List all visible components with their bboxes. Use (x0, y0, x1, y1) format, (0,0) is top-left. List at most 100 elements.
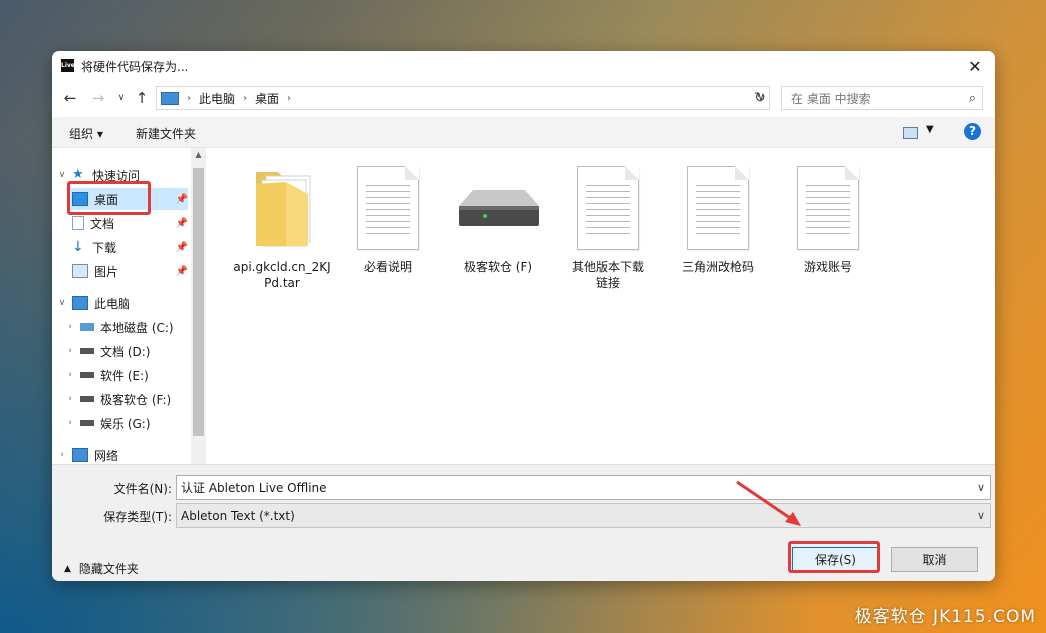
file-item-delta-codes[interactable]: 三角洲改枪码 (668, 163, 768, 275)
breadcrumb-separator-icon: › (243, 92, 248, 104)
sidebar-item-label: 文档 (D:) (100, 344, 151, 359)
sidebar-item-drive-d[interactable]: › 文档 (D:) (64, 340, 188, 362)
chevron-up-icon: ▲ (64, 563, 71, 574)
sidebar-item-drive-f[interactable]: › 极客软仓 (F:) (64, 388, 188, 410)
chevron-right-icon: › (68, 370, 72, 380)
star-icon: ★ (72, 167, 84, 182)
close-icon: ✕ (968, 56, 982, 76)
filename-value[interactable]: 认证 Ableton Live Offline (181, 479, 977, 496)
pin-icon: 📌 (175, 265, 188, 277)
sidebar-item-label: 娱乐 (G:) (100, 416, 151, 431)
command-toolbar: 组织 ▾ 新建文件夹 ▼ ? (52, 117, 995, 148)
file-item-must-read[interactable]: 必看说明 (338, 163, 438, 275)
folder-icon (256, 172, 311, 247)
save-dialog: Live 将硬件代码保存为... ✕ ← → ∨ ↑ › 此电脑 › 桌面 › … (52, 51, 995, 581)
drive-icon (80, 348, 94, 354)
new-folder-button[interactable]: 新建文件夹 (136, 125, 196, 142)
document-icon (72, 216, 84, 230)
filename-label: 文件名(N): (113, 482, 172, 496)
red-arrow-annotation (736, 480, 801, 526)
file-name: 游戏账号 (803, 260, 852, 274)
breadcrumb-this-pc[interactable]: 此电脑 (199, 90, 235, 107)
search-icon: ⌕ (968, 90, 976, 106)
chevron-right-icon: › (68, 322, 72, 332)
watermark: 极客软仓 JK115.COM (854, 607, 1036, 627)
sidebar-item-label: 文档 (90, 216, 115, 231)
sidebar-item-label: 此电脑 (94, 296, 131, 311)
pin-icon: 📌 (175, 193, 188, 205)
help-icon[interactable]: ? (964, 123, 981, 140)
breadcrumb-desktop[interactable]: 桌面 (255, 90, 279, 107)
windows-drive-icon (80, 323, 94, 331)
sidebar-item-drive-g[interactable]: › 娱乐 (G:) (64, 412, 188, 434)
file-item-drive-shortcut[interactable]: 极客软仓 (F) (448, 163, 548, 275)
sidebar-item-this-pc[interactable]: ∨ 此电脑 (56, 292, 188, 314)
refresh-button[interactable]: ↻ (750, 87, 770, 109)
pictures-icon (72, 264, 88, 278)
scrollbar-thumb[interactable] (193, 168, 204, 436)
navigation-bar: ← → ∨ ↑ › 此电脑 › 桌面 › ∨ ↻ 在 桌面 中搜索 ⌕ (52, 84, 995, 112)
hide-folders-label: 隐藏文件夹 (78, 562, 139, 576)
file-item-tar-folder[interactable]: api.gkcld.cn_2KJPd.tar (232, 163, 332, 291)
pin-icon: 📌 (175, 217, 188, 229)
sidebar-scrollbar[interactable]: ▲ (191, 148, 206, 464)
sidebar-item-pictures[interactable]: 图片 📌 (68, 260, 188, 282)
sidebar-item-label: 本地磁盘 (C:) (100, 320, 174, 335)
hide-folders-toggle[interactable]: ▲ 隐藏文件夹 (64, 560, 139, 577)
filename-input[interactable]: 认证 Ableton Live Offline ∨ (176, 475, 991, 500)
file-item-game-accounts[interactable]: 游戏账号 (778, 163, 878, 275)
sidebar-item-drive-c[interactable]: › 本地磁盘 (C:) (64, 316, 188, 338)
document-icon (577, 166, 639, 250)
breadcrumb-separator-icon: › (187, 92, 191, 104)
cancel-button[interactable]: 取消 (891, 547, 978, 572)
sidebar-item-documents[interactable]: 文档 📌 (68, 212, 188, 234)
chevron-right-icon: › (60, 450, 64, 460)
organize-button[interactable]: 组织 ▾ (69, 125, 103, 142)
back-button[interactable]: ← (60, 87, 80, 109)
sidebar-item-drive-e[interactable]: › 软件 (E:) (64, 364, 188, 386)
sidebar-item-label: 软件 (E:) (100, 368, 149, 383)
breadcrumb-separator-icon: › (287, 92, 292, 104)
computer-icon (161, 91, 179, 105)
recent-locations-button[interactable]: ∨ (114, 87, 128, 109)
drive-icon (80, 372, 94, 378)
sidebar-item-label: 极客软仓 (F:) (100, 392, 172, 407)
chevron-right-icon: › (68, 418, 72, 428)
drive-icon (80, 396, 94, 402)
app-logo-icon: Live (61, 59, 75, 72)
file-item-other-versions[interactable]: 其他版本下载链接 (558, 163, 658, 291)
chevron-down-icon: ∨ (58, 298, 66, 308)
sidebar-item-label: 网络 (94, 448, 119, 463)
chevron-down-icon[interactable]: ∨ (977, 509, 985, 522)
chevron-down-icon[interactable]: ∨ (977, 481, 985, 494)
file-name: 必看说明 (363, 260, 412, 274)
arrow-left-icon: ← (63, 89, 77, 107)
chevron-right-icon: › (68, 346, 72, 356)
forward-button[interactable]: → (88, 87, 108, 109)
network-icon (72, 448, 88, 462)
view-options-icon[interactable] (903, 127, 918, 139)
drive-icon (459, 190, 539, 226)
filetype-select[interactable]: Ableton Text (*.txt) ∨ (176, 503, 991, 528)
arrow-right-icon: → (91, 89, 105, 107)
close-button[interactable]: ✕ (955, 51, 995, 81)
search-placeholder: 在 桌面 中搜索 (791, 91, 871, 106)
search-input[interactable]: 在 桌面 中搜索 ⌕ (781, 86, 983, 110)
drive-icon (80, 420, 94, 426)
address-bar[interactable]: › 此电脑 › 桌面 › ∨ (156, 86, 770, 110)
chevron-down-icon: ∨ (117, 93, 125, 103)
view-dropdown-icon[interactable]: ▼ (926, 124, 934, 135)
highlight-save-button (788, 541, 880, 573)
document-icon (687, 166, 749, 250)
scroll-up-icon[interactable]: ▲ (191, 150, 206, 159)
pin-icon: 📌 (175, 241, 188, 253)
file-name: api.gkcld.cn_2KJPd.tar (233, 260, 331, 290)
dialog-title: 将硬件代码保存为... (81, 60, 189, 74)
sidebar-item-network[interactable]: › 网络 (56, 444, 188, 466)
up-button[interactable]: ↑ (132, 87, 152, 109)
refresh-icon: ↻ (754, 90, 766, 106)
file-view: api.gkcld.cn_2KJPd.tar 必看说明 极客软仓 (F) 其他版… (212, 148, 995, 464)
file-name: 三角洲改枪码 (681, 260, 754, 274)
document-icon (797, 166, 859, 250)
sidebar-item-downloads[interactable]: ↓ 下载 📌 (68, 236, 188, 258)
